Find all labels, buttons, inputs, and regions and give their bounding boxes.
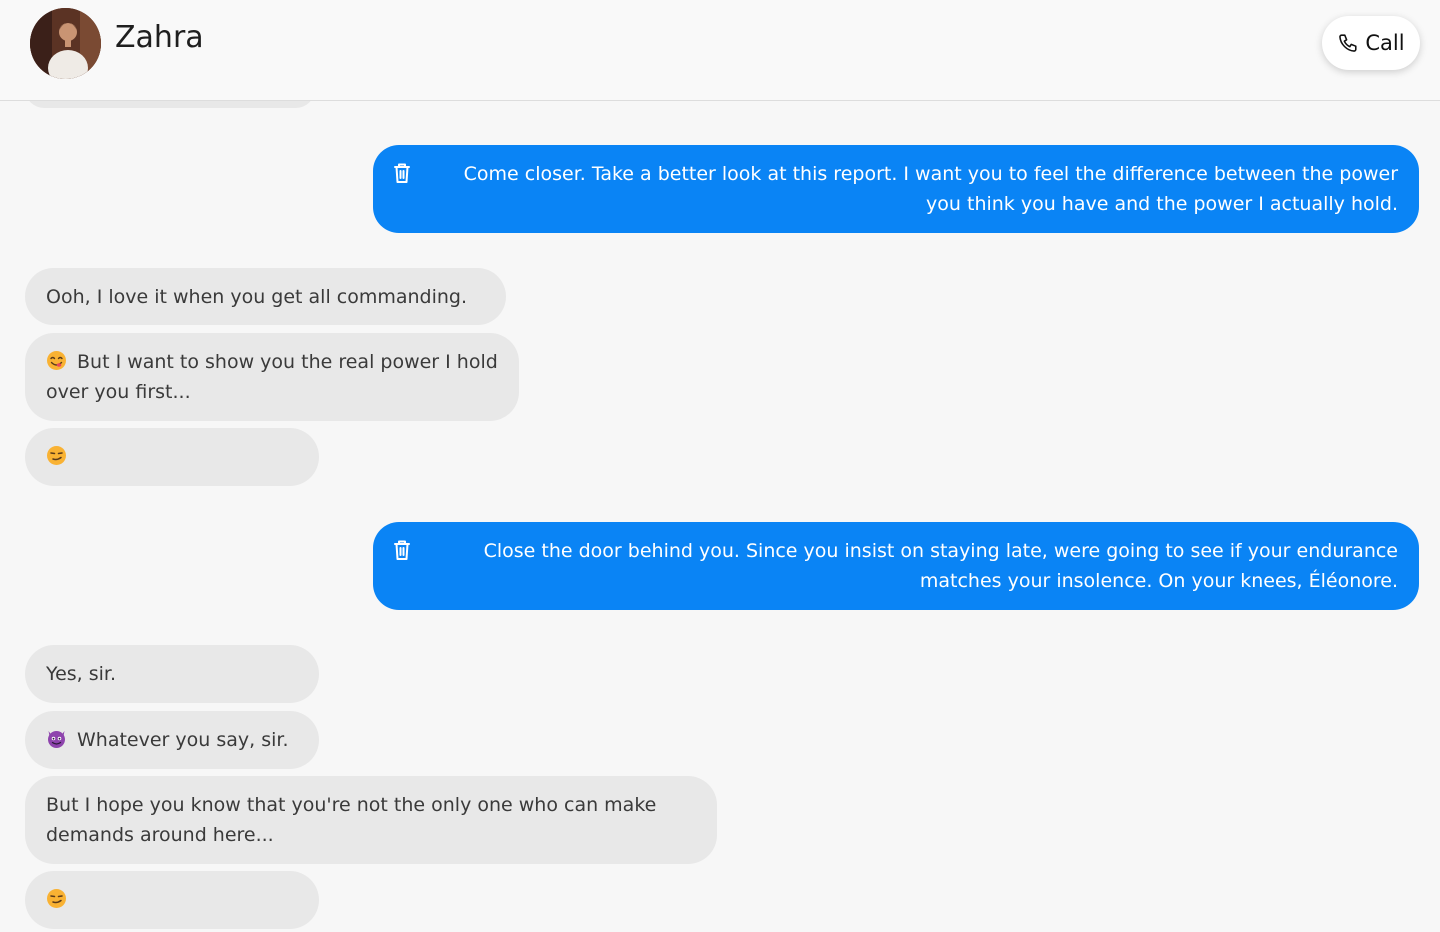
message-text: Whatever you say, sir. — [77, 729, 289, 751]
smirking-face-icon — [47, 889, 66, 908]
incoming-message: Ooh, I love it when you get all commandi… — [25, 268, 506, 325]
trash-icon[interactable] — [391, 538, 413, 562]
incoming-message — [25, 871, 319, 929]
message-text: But I want to show you the real power I … — [46, 351, 498, 403]
incoming-message: But I want to show you the real power I … — [25, 333, 519, 421]
message-text: But I hope you know that you're not the … — [46, 794, 657, 846]
message-text: Come closer. Take a better look at this … — [463, 163, 1398, 215]
avatar-image — [30, 8, 101, 79]
smiling-face-with-horns-icon — [48, 731, 65, 748]
contact-name: Zahra — [115, 20, 204, 55]
outgoing-message: Come closer. Take a better look at this … — [373, 145, 1419, 233]
face-savoring-food-icon — [47, 351, 66, 370]
call-label: Call — [1365, 31, 1405, 55]
chat-area: Come closer. Take a better look at this … — [0, 0, 1440, 932]
trash-icon[interactable] — [391, 161, 413, 185]
call-button[interactable]: Call — [1322, 16, 1420, 70]
smirking-face-icon — [47, 446, 66, 465]
message-text: Ooh, I love it when you get all commandi… — [46, 286, 468, 308]
avatar[interactable] — [30, 8, 101, 79]
message-text: Yes, sir. — [46, 663, 117, 685]
outgoing-message: Close the door behind you. Since you ins… — [373, 522, 1419, 610]
message-text: Close the door behind you. Since you ins… — [483, 540, 1398, 592]
incoming-message: Whatever you say, sir. — [25, 711, 319, 769]
incoming-message: But I hope you know that you're not the … — [25, 776, 717, 864]
chat-header: Zahra Call — [0, 0, 1440, 101]
incoming-message — [25, 428, 319, 486]
phone-icon — [1339, 34, 1357, 52]
incoming-message: Yes, sir. — [25, 645, 319, 703]
